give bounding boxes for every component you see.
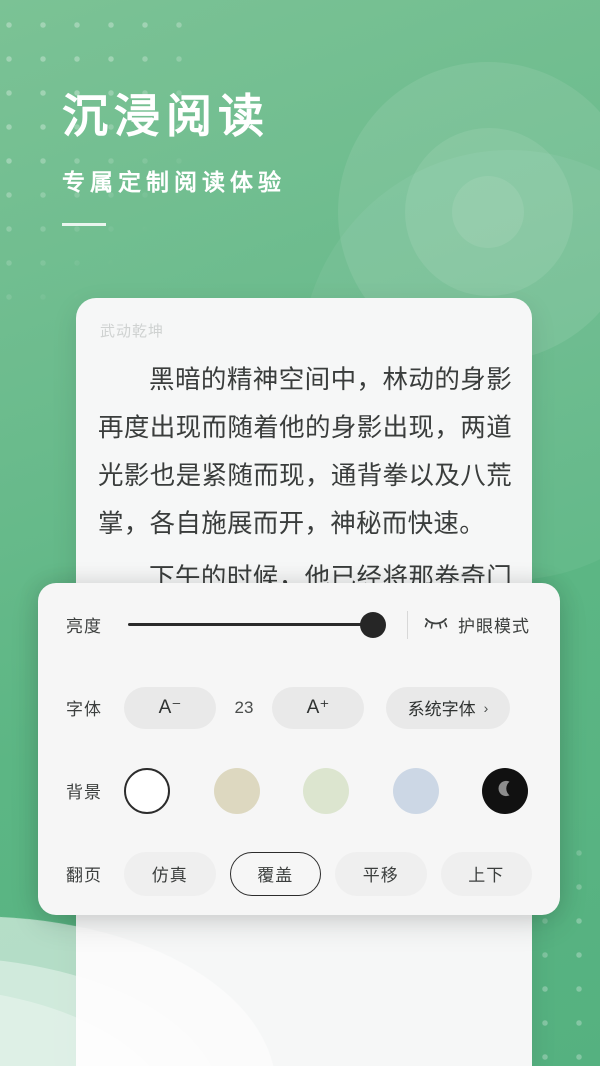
brightness-slider-thumb[interactable] — [360, 611, 387, 638]
title-divider — [62, 222, 106, 226]
page-header: 沉浸阅读 专属定制阅读体验 — [62, 91, 502, 226]
brightness-row: 亮度 护眼模式 — [66, 583, 532, 666]
reader-paragraph: 黑暗的精神空间中，林动的身影再度出现而随着他的身影出现，两道光影也是紧随而现，通… — [98, 366, 512, 538]
brightness-slider[interactable] — [124, 610, 395, 640]
page-turn-label: 翻页 — [66, 866, 102, 885]
background-swatch-dark[interactable] — [482, 767, 528, 814]
page-title: 沉浸阅读 — [62, 91, 270, 142]
page-turn-option-slide[interactable]: 平移 — [335, 851, 427, 896]
font-family-label: 系统字体 — [407, 700, 476, 719]
background-swatch-beige[interactable] — [213, 767, 260, 814]
font-label: 字体 — [66, 700, 102, 719]
page-subtitle: 专属定制阅读体验 — [62, 169, 286, 195]
reader-settings-panel: 亮度 护眼模式 字体 A⁻ 23 A⁺ 系统字体 › 背景 翻页 仿真 覆盖 平… — [38, 583, 560, 915]
brightness-label: 亮度 — [66, 617, 102, 636]
font-size-decrease-button[interactable]: A⁻ — [124, 686, 216, 729]
app-root: 沉浸阅读 专属定制阅读体验 武动乾坤 黑暗的精神空间中，林动的身影再度出现而随着… — [0, 0, 600, 1066]
font-family-button[interactable]: 系统字体 › — [386, 686, 510, 729]
row-divider — [407, 610, 408, 639]
background-row: 背景 — [66, 749, 532, 832]
background-swatch-white[interactable] — [124, 767, 170, 814]
font-row: 字体 A⁻ 23 A⁺ 系统字体 › — [66, 666, 532, 749]
chevron-right-icon: › — [483, 699, 489, 716]
page-turn-option-simulation[interactable]: 仿真 — [124, 851, 216, 896]
page-turn-option-cover[interactable]: 覆盖 — [229, 851, 321, 896]
font-size-increase-button[interactable]: A⁺ — [272, 686, 364, 729]
page-turn-option-vertical[interactable]: 上下 — [440, 851, 532, 896]
background-label: 背景 — [66, 783, 102, 802]
brightness-slider-track[interactable] — [128, 623, 369, 626]
background-swatch-green[interactable] — [303, 767, 349, 814]
background-swatch-blue[interactable] — [392, 767, 439, 814]
page-turn-options: 仿真 覆盖 平移 上下 — [124, 851, 532, 896]
background-swatch-list — [124, 767, 532, 814]
book-title: 武动乾坤 — [100, 323, 165, 340]
font-size-value: 23 — [234, 697, 254, 717]
eye-protection-label: 护眼模式 — [458, 617, 530, 636]
page-turn-row: 翻页 仿真 覆盖 平移 上下 — [66, 832, 532, 915]
closed-eye-icon — [424, 615, 448, 634]
moon-icon — [494, 777, 516, 804]
eye-protection-toggle[interactable]: 护眼模式 — [424, 612, 532, 637]
